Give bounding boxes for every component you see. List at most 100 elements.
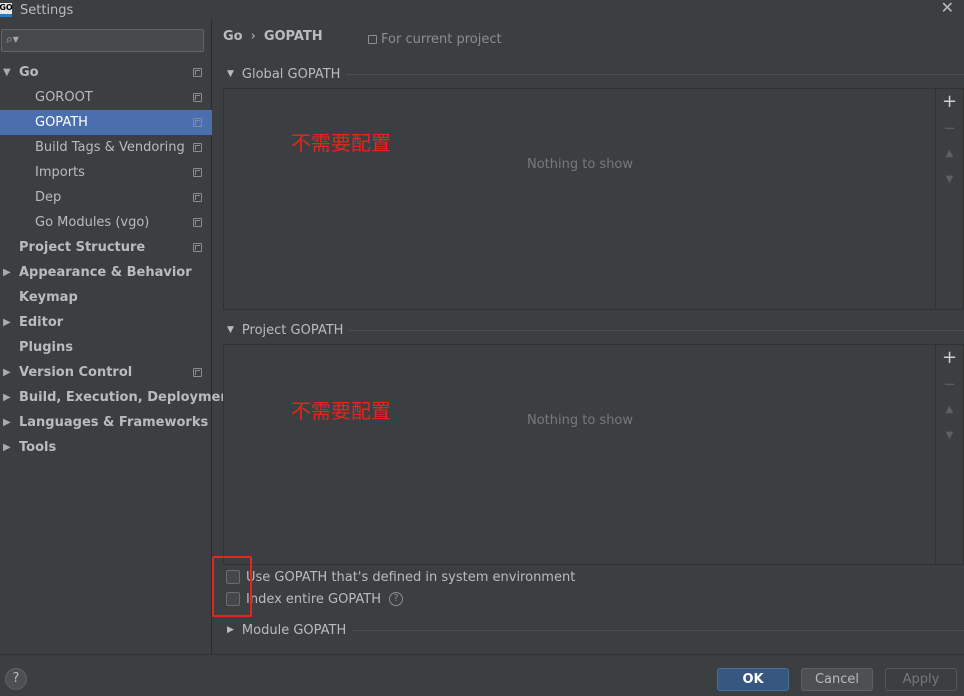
close-icon[interactable]: ✕ (941, 0, 954, 16)
divider (352, 629, 964, 631)
collapsed-arrow-icon[interactable]: ▶ (227, 625, 234, 635)
ok-button[interactable]: OK (717, 668, 789, 691)
add-icon[interactable]: + (936, 93, 963, 111)
project-scope-icon (193, 168, 202, 177)
section-title: Global GOPATH (241, 66, 341, 82)
move-down-icon[interactable]: ▼ (936, 172, 963, 188)
scope-indicator: For current project (368, 32, 502, 47)
tree-item-appearance[interactable]: ▶ Appearance & Behavior (0, 260, 212, 285)
tree-item-dep[interactable]: Dep (0, 185, 212, 210)
settings-search-input[interactable]: ⌕▾ (1, 29, 204, 52)
goland-app-icon: GO (0, 3, 13, 17)
project-gopath-list[interactable] (224, 345, 936, 564)
scope-label: For current project (381, 32, 502, 47)
tree-item-tools[interactable]: ▶ Tools (0, 435, 212, 460)
settings-tree: ▼ Go GOROOT GOPATH Build Tags & Vendorin… (0, 60, 236, 460)
breadcrumb-parent[interactable]: Go (223, 29, 243, 44)
divider (346, 73, 964, 75)
collapsed-arrow-icon[interactable]: ▶ (3, 360, 11, 385)
window-title: Settings (20, 2, 74, 18)
collapsed-arrow-icon[interactable]: ▶ (3, 435, 11, 460)
tree-item-label: Plugins (19, 340, 73, 355)
tree-item-go-modules[interactable]: Go Modules (vgo) (0, 210, 212, 235)
move-down-icon[interactable]: ▼ (936, 428, 963, 444)
tree-item-keymap[interactable]: Keymap (0, 285, 212, 310)
move-up-icon[interactable]: ▲ (936, 402, 963, 418)
tree-item-go[interactable]: ▼ Go (0, 60, 212, 85)
use-system-gopath-option[interactable]: Use GOPATH that's defined in system envi… (226, 568, 575, 586)
search-icon: ⌕▾ (6, 32, 19, 46)
dialog-footer: ? OK Cancel Apply (0, 654, 964, 696)
collapsed-arrow-icon[interactable]: ▶ (3, 410, 11, 435)
annotation-highlight-box (212, 556, 252, 617)
tree-item-build-execution[interactable]: ▶ Build, Execution, Deployment (0, 385, 236, 410)
empty-list-text: Nothing to show (526, 157, 634, 172)
project-scope-icon (193, 368, 202, 377)
tree-item-version-control[interactable]: ▶ Version Control (0, 360, 212, 385)
section-title: Project GOPATH (241, 322, 344, 338)
cancel-button[interactable]: Cancel (801, 668, 873, 691)
tree-item-label: Version Control (19, 365, 133, 380)
tree-item-label: Go Modules (vgo) (35, 215, 150, 230)
section-title: Module GOPATH (241, 622, 347, 638)
collapsed-arrow-icon[interactable]: ▶ (3, 385, 11, 410)
checkbox-label[interactable]: Use GOPATH that's defined in system envi… (246, 570, 575, 585)
project-scope-icon (193, 143, 202, 152)
global-gopath-panel: 不需要配置 Nothing to show + − ▲ ▼ (223, 88, 964, 310)
tree-item-plugins[interactable]: Plugins (0, 335, 212, 360)
collapsed-arrow-icon[interactable]: ▶ (3, 260, 11, 285)
divider (349, 329, 964, 331)
project-scope-icon (193, 118, 202, 127)
collapsed-arrow-icon[interactable]: ▶ (3, 310, 11, 335)
checkbox-label[interactable]: Index entire GOPATH (246, 592, 381, 607)
add-icon[interactable]: + (936, 349, 963, 367)
expanded-arrow-icon[interactable]: ▼ (227, 69, 234, 79)
tree-item-languages[interactable]: ▶ Languages & Frameworks (0, 410, 212, 435)
expanded-arrow-icon[interactable]: ▼ (3, 60, 11, 85)
project-scope-icon (193, 218, 202, 227)
tree-item-imports[interactable]: Imports (0, 160, 212, 185)
tree-item-label: Imports (35, 165, 85, 180)
tree-item-goroot[interactable]: GOROOT (0, 85, 212, 110)
breadcrumb: Go › GOPATH (223, 29, 323, 44)
tree-item-label: Tools (19, 440, 57, 455)
expanded-arrow-icon[interactable]: ▼ (227, 325, 234, 335)
project-scope-icon (193, 68, 202, 77)
project-scope-icon (193, 193, 202, 202)
tree-item-editor[interactable]: ▶ Editor (0, 310, 212, 335)
tree-item-project-structure[interactable]: Project Structure (0, 235, 212, 260)
tree-item-label: Appearance & Behavior (19, 265, 192, 280)
help-icon[interactable]: ? (388, 592, 403, 606)
apply-button[interactable]: Apply (885, 668, 957, 691)
help-button[interactable]: ? (5, 668, 27, 690)
breadcrumb-current: GOPATH (263, 29, 323, 44)
settings-content: Go › GOPATH For current project ▼ Global G… (213, 20, 964, 654)
global-gopath-header[interactable]: ▼ Global GOPATH (227, 66, 964, 82)
project-scope-icon (193, 243, 202, 252)
tree-item-label: Editor (19, 315, 64, 330)
tree-item-label: GOROOT (35, 90, 93, 105)
remove-icon[interactable]: − (936, 120, 963, 136)
project-scope-icon (368, 35, 377, 44)
tree-item-label: Keymap (19, 290, 78, 305)
tree-item-label: Dep (35, 190, 62, 205)
settings-sidebar: ⌕▾ ▼ Go GOROOT GOPATH Build Tags & Vendo… (0, 20, 236, 654)
tree-item-gopath[interactable]: GOPATH (0, 110, 212, 135)
tree-item-build-tags[interactable]: Build Tags & Vendoring (0, 135, 212, 160)
index-entire-gopath-option[interactable]: Index entire GOPATH ? (226, 590, 403, 608)
tree-item-label: Languages & Frameworks (19, 415, 209, 430)
project-scope-icon (193, 93, 202, 102)
project-gopath-panel: 不需要配置 Nothing to show + − ▲ ▼ (223, 344, 964, 565)
empty-list-text: Nothing to show (526, 413, 634, 428)
module-gopath-header[interactable]: ▶ Module GOPATH (227, 622, 964, 638)
tree-item-label: Build Tags & Vendoring (35, 140, 185, 155)
breadcrumb-separator: › (250, 29, 256, 44)
move-up-icon[interactable]: ▲ (936, 146, 963, 162)
tree-item-label: GOPATH (35, 115, 88, 130)
tree-item-label: Go (19, 65, 39, 80)
project-gopath-header[interactable]: ▼ Project GOPATH (227, 322, 964, 338)
remove-icon[interactable]: − (936, 376, 963, 392)
global-gopath-list[interactable] (224, 89, 936, 309)
annotation-text: 不需要配置 (291, 131, 391, 155)
tree-item-label: Project Structure (19, 240, 146, 255)
